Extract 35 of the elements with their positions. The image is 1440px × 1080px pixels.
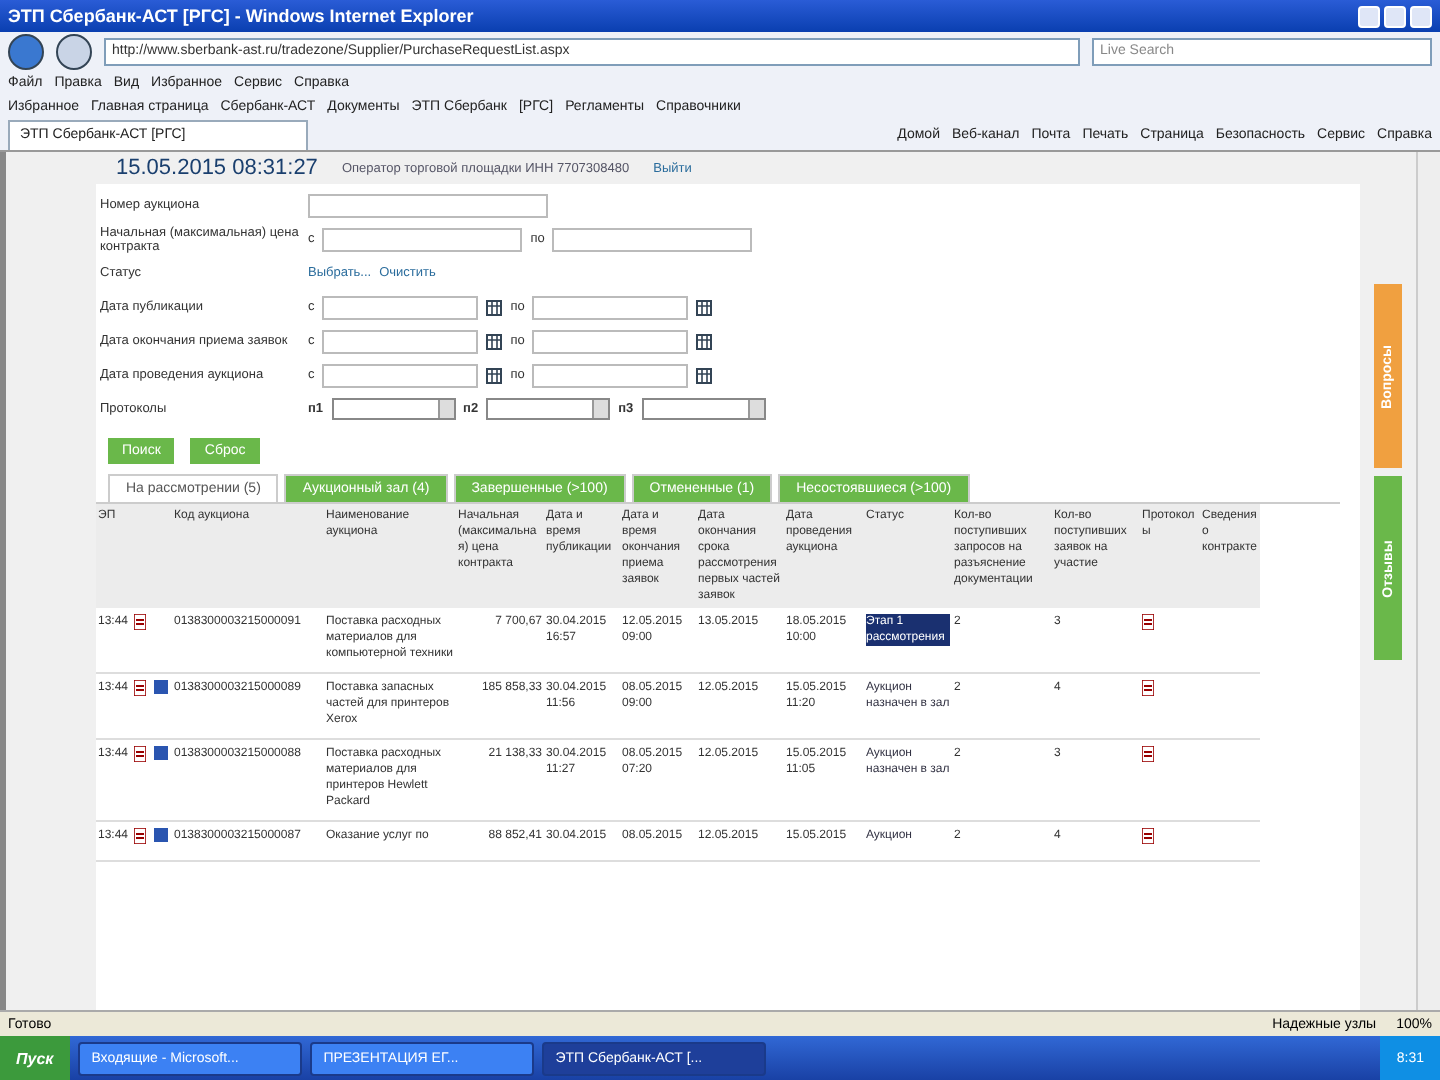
document-icon[interactable]	[1142, 746, 1154, 762]
calendar-icon[interactable]	[486, 299, 503, 315]
date-from-field[interactable]	[322, 363, 479, 387]
protocol-select[interactable]	[641, 398, 766, 420]
date-from-field[interactable]	[322, 329, 479, 353]
window-title: ЭТП Сбербанк-АСТ [РГС] - Windows Internet Explorer	[8, 6, 474, 26]
maximize-button[interactable]	[1384, 5, 1406, 27]
document-icon[interactable]	[1142, 614, 1154, 630]
document-icon[interactable]	[1142, 828, 1154, 844]
document-icon[interactable]	[134, 614, 146, 630]
forward-button[interactable]	[56, 34, 92, 70]
document-icon[interactable]	[1142, 680, 1154, 696]
back-button[interactable]	[8, 34, 44, 70]
calendar-icon[interactable]	[696, 299, 713, 315]
calendar-icon[interactable]	[696, 333, 713, 349]
date-from-field[interactable]	[322, 295, 479, 319]
date-to-field[interactable]	[532, 329, 689, 353]
datetime: 15.05.2015 08:31:27	[116, 156, 318, 180]
minimize-button[interactable]	[1358, 5, 1380, 27]
date-to-field[interactable]	[532, 363, 689, 387]
date-to-field[interactable]	[532, 295, 689, 319]
protocol-select[interactable]	[486, 398, 611, 420]
price-from-field[interactable]	[322, 227, 523, 251]
calendar-icon[interactable]	[486, 367, 503, 383]
scrollbar[interactable]	[1416, 152, 1440, 1010]
calendar-icon[interactable]	[486, 333, 503, 349]
calendar-icon[interactable]	[696, 367, 713, 383]
start-button[interactable]: Пуск	[0, 1036, 70, 1080]
document-icon[interactable]	[134, 828, 146, 844]
auction-number-field[interactable]	[308, 193, 548, 217]
protocol-select[interactable]	[331, 398, 456, 420]
document-icon[interactable]	[134, 746, 146, 762]
document-icon[interactable]	[134, 680, 146, 696]
close-button[interactable]	[1410, 5, 1432, 27]
price-to-field[interactable]	[552, 227, 753, 251]
